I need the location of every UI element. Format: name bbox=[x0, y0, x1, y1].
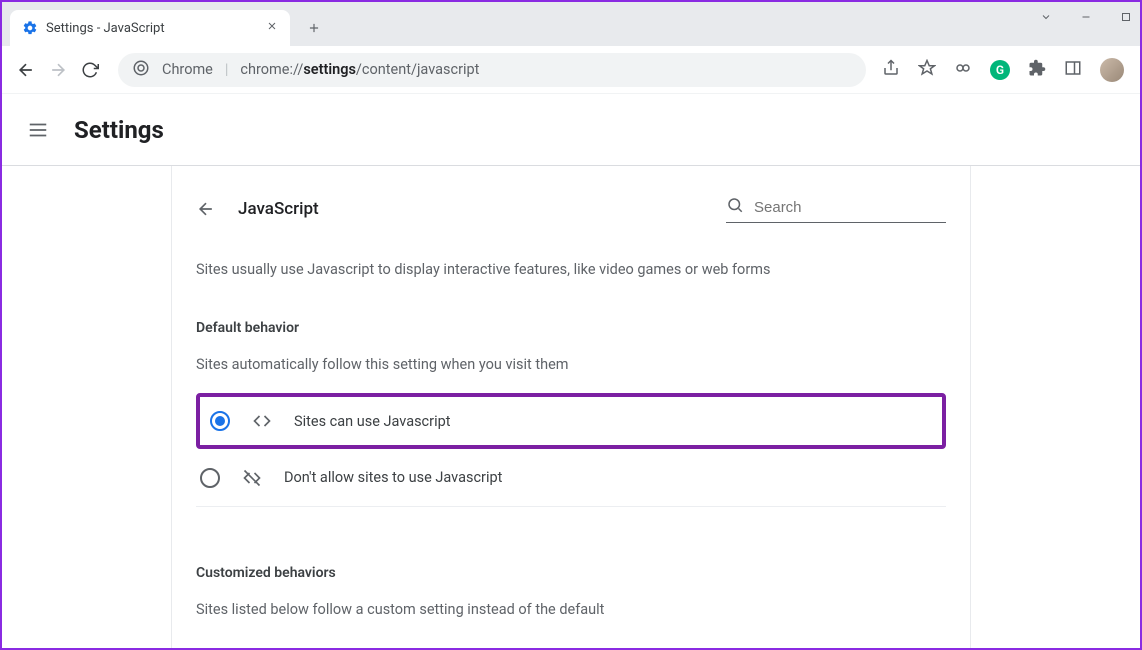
customized-section: Customized behaviors Sites listed below … bbox=[196, 565, 946, 618]
menu-icon[interactable] bbox=[26, 118, 50, 142]
minimize-icon[interactable] bbox=[1080, 8, 1092, 27]
link-icon[interactable] bbox=[954, 59, 972, 81]
option-allow-javascript[interactable]: Sites can use Javascript bbox=[196, 393, 946, 449]
option-block-javascript[interactable]: Don't allow sites to use Javascript bbox=[196, 449, 946, 507]
search-field[interactable] bbox=[726, 194, 946, 223]
window-controls bbox=[1040, 8, 1132, 27]
bookmark-icon[interactable] bbox=[918, 59, 936, 81]
divider: | bbox=[225, 61, 229, 78]
browser-toolbar: Chrome | chrome://settings/content/javas… bbox=[2, 46, 1140, 94]
content-area: JavaScript Sites usually use Javascript … bbox=[2, 166, 1140, 648]
chrome-icon bbox=[132, 59, 150, 81]
code-off-icon bbox=[242, 468, 262, 488]
maximize-icon[interactable] bbox=[1120, 8, 1132, 27]
avatar[interactable] bbox=[1100, 58, 1124, 82]
search-input[interactable] bbox=[754, 199, 946, 216]
tab-title: Settings - JavaScript bbox=[46, 21, 165, 36]
radio-unchecked-icon[interactable] bbox=[200, 468, 220, 488]
new-tab-button[interactable] bbox=[300, 14, 328, 42]
forward-button[interactable] bbox=[46, 58, 70, 82]
grammarly-icon[interactable]: G bbox=[990, 60, 1010, 80]
back-button[interactable] bbox=[14, 58, 38, 82]
chevron-down-icon[interactable] bbox=[1040, 8, 1052, 27]
section-header: JavaScript bbox=[196, 194, 946, 223]
settings-card: JavaScript Sites usually use Javascript … bbox=[171, 166, 971, 648]
settings-header: Settings bbox=[2, 94, 1140, 166]
search-icon bbox=[726, 196, 744, 218]
extensions-icon[interactable] bbox=[1028, 59, 1046, 81]
address-bar[interactable]: Chrome | chrome://settings/content/javas… bbox=[118, 53, 866, 87]
default-behavior-heading: Default behavior bbox=[196, 320, 946, 336]
close-icon[interactable] bbox=[266, 20, 278, 36]
share-icon[interactable] bbox=[882, 59, 900, 81]
customized-heading: Customized behaviors bbox=[196, 565, 946, 581]
browser-tab[interactable]: Settings - JavaScript bbox=[10, 10, 290, 46]
section-title: JavaScript bbox=[238, 199, 319, 219]
option-label: Sites can use Javascript bbox=[294, 413, 450, 430]
site-chip: Chrome bbox=[162, 61, 213, 78]
section-description: Sites usually use Javascript to display … bbox=[196, 261, 946, 278]
gear-icon bbox=[22, 20, 38, 36]
browser-tab-bar: Settings - JavaScript bbox=[2, 2, 1140, 46]
toolbar-right: G bbox=[882, 58, 1128, 82]
radio-checked-icon[interactable] bbox=[210, 411, 230, 431]
url-text: chrome://settings/content/javascript bbox=[240, 61, 479, 78]
back-arrow-icon[interactable] bbox=[196, 199, 216, 219]
reload-button[interactable] bbox=[78, 58, 102, 82]
code-icon bbox=[252, 411, 272, 431]
customized-sub: Sites listed below follow a custom setti… bbox=[196, 601, 946, 618]
side-panel-icon[interactable] bbox=[1064, 59, 1082, 81]
page-title: Settings bbox=[74, 116, 164, 144]
option-label: Don't allow sites to use Javascript bbox=[284, 469, 502, 486]
default-behavior-sub: Sites automatically follow this setting … bbox=[196, 356, 946, 373]
